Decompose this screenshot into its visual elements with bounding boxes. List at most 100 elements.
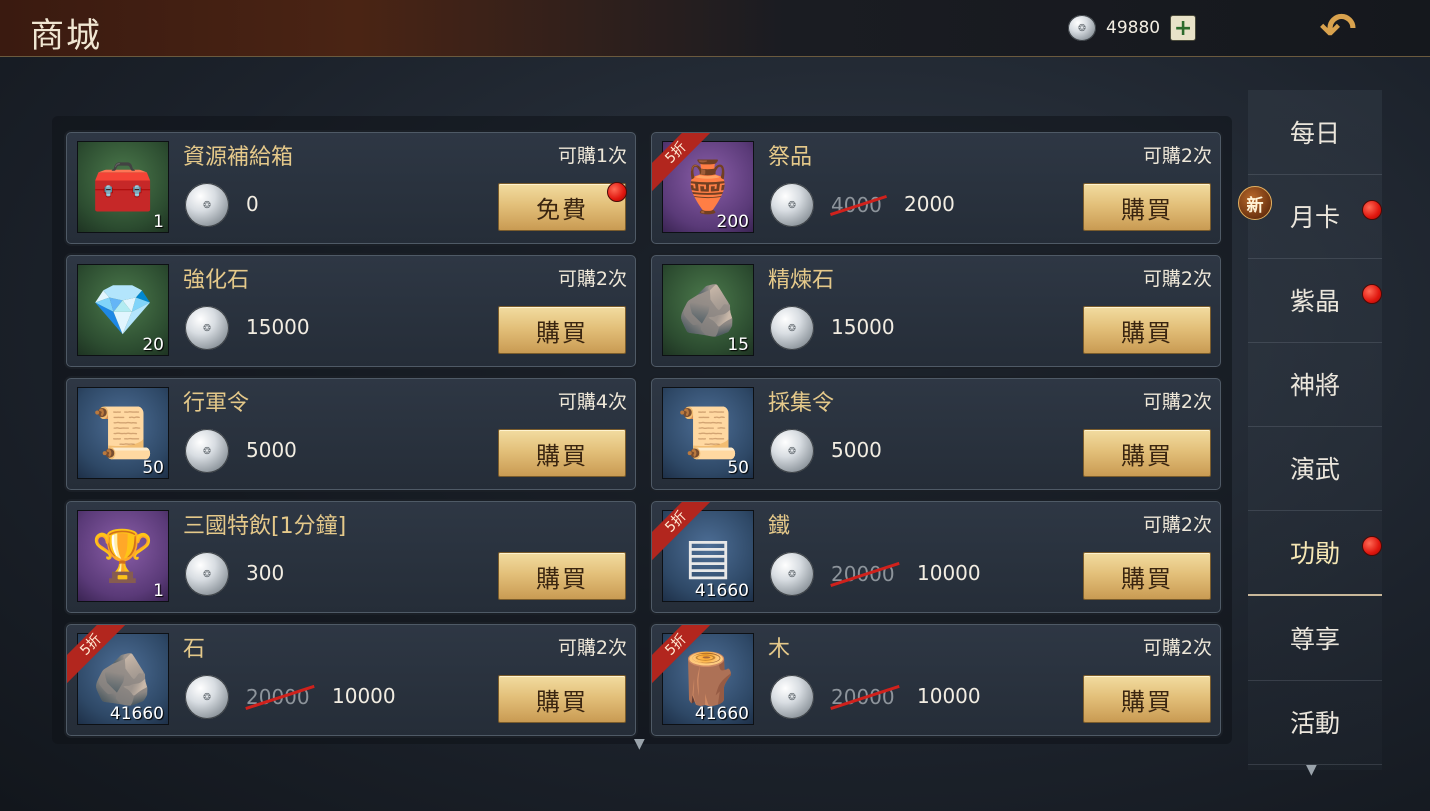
shop-item-card: 📜50 行軍令 可購4次 5000 購買 bbox=[66, 378, 636, 490]
notification-dot bbox=[607, 182, 627, 202]
item-price: 5000 bbox=[831, 438, 882, 462]
item-price: 5000 bbox=[246, 438, 297, 462]
sidebar-tab[interactable]: 活動 bbox=[1248, 680, 1382, 765]
silver-coin-icon bbox=[185, 183, 229, 227]
buy-button[interactable]: 購買 bbox=[498, 429, 626, 477]
item-quantity: 41660 bbox=[694, 704, 749, 724]
purchase-limit: 可購2次 bbox=[1142, 637, 1212, 659]
purchase-limit: 可購1次 bbox=[557, 145, 627, 167]
item-icon-frame[interactable]: 🧰 1 bbox=[77, 141, 169, 233]
silver-coin-icon bbox=[185, 552, 229, 596]
item-quantity: 1 bbox=[153, 212, 164, 232]
new-badge: 新 bbox=[1238, 186, 1272, 220]
buy-button[interactable]: 購買 bbox=[498, 306, 626, 354]
item-quantity: 50 bbox=[727, 458, 749, 478]
item-icon-frame[interactable]: 📜 50 bbox=[77, 387, 169, 479]
purchase-limit: 可購2次 bbox=[1142, 514, 1212, 536]
notification-dot bbox=[1362, 536, 1382, 556]
item-quantity: 1 bbox=[153, 581, 164, 601]
item-quantity: 41660 bbox=[109, 704, 164, 724]
sidebar-tab[interactable]: 月卡 bbox=[1248, 174, 1382, 259]
shop-item-card: 🧰1資源補給箱可購1次0免費 bbox=[66, 132, 636, 244]
buy-button[interactable]: 購買 bbox=[498, 552, 626, 600]
item-price: 15000 bbox=[246, 315, 310, 339]
silver-coin-icon bbox=[770, 552, 814, 596]
add-currency-button[interactable]: + bbox=[1170, 15, 1197, 41]
item-name: 採集令 bbox=[768, 391, 835, 416]
item-icon-frame[interactable]: 🪨 15 bbox=[662, 264, 754, 356]
sidebar-tab[interactable]: 尊享 bbox=[1248, 596, 1382, 681]
currency-amount: 49880 bbox=[1106, 18, 1161, 38]
original-price: 4000 bbox=[831, 193, 882, 217]
sidebar-tab[interactable]: 演武 bbox=[1248, 426, 1382, 511]
silver-coin-icon bbox=[770, 306, 814, 350]
item-quantity: 200 bbox=[716, 212, 749, 232]
item-name: 精煉石 bbox=[768, 268, 835, 293]
currency-display: 49880 + bbox=[1068, 14, 1197, 42]
silver-coin-icon bbox=[770, 429, 814, 473]
item-icon-frame[interactable]: 📜 50 bbox=[662, 387, 754, 479]
shop-item-card: 💎20 強化石 可購2次 15000 購買 bbox=[66, 255, 636, 367]
original-price: 20000 bbox=[831, 562, 895, 586]
item-name: 鐵 bbox=[768, 514, 791, 539]
original-price: 20000 bbox=[831, 685, 895, 709]
item-price: 300 bbox=[246, 561, 285, 585]
shop-item-card: ▤416605折鐵可購2次2000010000購買 bbox=[651, 501, 1221, 613]
shop-item-card: 📜50 採集令 可購2次 5000 購買 bbox=[651, 378, 1221, 490]
item-name: 資源補給箱 bbox=[183, 145, 294, 170]
item-name: 祭品 bbox=[768, 145, 813, 170]
original-price: 20000 bbox=[246, 685, 310, 709]
item-quantity: 50 bbox=[142, 458, 164, 478]
item-name: 強化石 bbox=[183, 268, 250, 293]
purchase-limit: 可購2次 bbox=[1142, 391, 1212, 413]
item-price: 0 bbox=[246, 192, 259, 216]
buy-button[interactable]: 購買 bbox=[1083, 675, 1211, 723]
sidebar-tab[interactable]: 每日 bbox=[1248, 90, 1382, 175]
buy-button[interactable]: 購買 bbox=[1083, 183, 1211, 231]
top-bar: 商城 49880 + ↶ bbox=[0, 0, 1430, 57]
purchase-limit: 可購2次 bbox=[1142, 145, 1212, 167]
silver-coin-icon bbox=[185, 306, 229, 350]
item-name: 行軍令 bbox=[183, 391, 250, 416]
silver-coin-icon bbox=[770, 675, 814, 719]
sidebar-tab[interactable]: 神將 bbox=[1248, 342, 1382, 427]
shop-item-card: 🪨15 精煉石 可購2次 15000 購買 bbox=[651, 255, 1221, 367]
page-title: 商城 bbox=[30, 16, 102, 56]
sidebar-tab[interactable]: 功勛 bbox=[1248, 510, 1382, 596]
item-icon-frame[interactable]: 💎 20 bbox=[77, 264, 169, 356]
buy-button[interactable]: 購買 bbox=[1083, 429, 1211, 477]
shop-item-card: 🪵416605折木可購2次2000010000購買 bbox=[651, 624, 1221, 736]
silver-coin-icon bbox=[770, 183, 814, 227]
item-quantity: 15 bbox=[727, 335, 749, 355]
notification-dot bbox=[1362, 284, 1382, 304]
item-price: 10000 bbox=[332, 684, 396, 708]
item-name: 三國特飲[1分鐘] bbox=[183, 514, 347, 539]
buy-button[interactable]: 購買 bbox=[498, 675, 626, 723]
silver-coin-icon bbox=[1068, 15, 1096, 41]
item-name: 石 bbox=[183, 637, 206, 662]
purchase-limit: 可購2次 bbox=[1142, 268, 1212, 290]
scroll-down-icon: ▼ bbox=[634, 736, 645, 752]
item-price: 2000 bbox=[904, 192, 955, 216]
sidebar-tab[interactable]: 紫晶 bbox=[1248, 258, 1382, 343]
silver-coin-icon bbox=[185, 429, 229, 473]
purchase-limit: 可購2次 bbox=[557, 268, 627, 290]
item-price: 10000 bbox=[917, 561, 981, 585]
item-quantity: 41660 bbox=[694, 581, 749, 601]
item-price: 10000 bbox=[917, 684, 981, 708]
silver-coin-icon bbox=[185, 675, 229, 719]
shop-item-card: 🪨416605折石可購2次2000010000購買 bbox=[66, 624, 636, 736]
item-price: 15000 bbox=[831, 315, 895, 339]
item-quantity: 20 bbox=[142, 335, 164, 355]
item-name: 木 bbox=[768, 637, 791, 662]
shop-item-card: 🏺2005折祭品可購2次40002000購買 bbox=[651, 132, 1221, 244]
item-icon-frame[interactable]: 🏆 1 bbox=[77, 510, 169, 602]
buy-button[interactable]: 購買 bbox=[1083, 552, 1211, 600]
sidebar-scroll-down-icon: ▼ bbox=[1306, 762, 1317, 778]
shop-item-card: 🏆1 三國特飲[1分鐘] 300 購買 bbox=[66, 501, 636, 613]
notification-dot bbox=[1362, 200, 1382, 220]
purchase-limit: 可購2次 bbox=[557, 637, 627, 659]
purchase-limit: 可購4次 bbox=[557, 391, 627, 413]
back-arrow-icon[interactable]: ↶ bbox=[1312, 4, 1364, 55]
buy-button[interactable]: 購買 bbox=[1083, 306, 1211, 354]
